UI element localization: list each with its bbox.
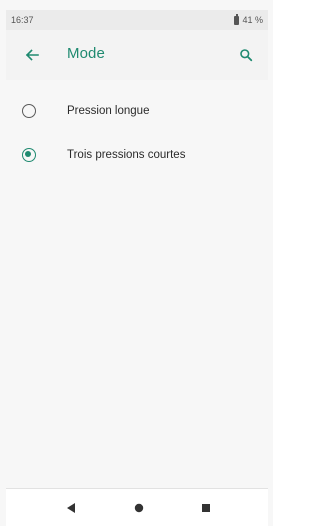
nav-home-circle-icon: [134, 503, 144, 513]
radio-unchecked-icon[interactable]: [22, 104, 36, 118]
option-label: Trois pressions courtes: [67, 149, 186, 161]
nav-back-triangle-icon: [67, 503, 75, 513]
battery-icon: [234, 14, 240, 25]
back-button[interactable]: [20, 43, 44, 67]
battery-level: 41 %: [242, 15, 263, 25]
status-bar: 16:37 41 %: [6, 10, 268, 30]
search-icon: [240, 49, 253, 62]
navigation-bar: [6, 488, 268, 526]
options-list: Pression longue Trois pressions courtes: [6, 80, 268, 488]
app-bar: Mode: [6, 30, 268, 80]
option-trois-pressions-courtes[interactable]: Trois pressions courtes: [6, 134, 268, 176]
radio-checked-icon[interactable]: [22, 148, 36, 162]
option-pression-longue[interactable]: Pression longue: [6, 90, 268, 132]
arrow-back-icon: [25, 49, 39, 61]
page-title: Mode: [67, 45, 105, 62]
status-right: 41 %: [234, 14, 263, 25]
nav-recents-button[interactable]: [197, 499, 215, 517]
search-button[interactable]: [234, 43, 258, 67]
nav-back-button[interactable]: [62, 499, 80, 517]
screen: 16:37 41 % Mode Pression longue Trois pr…: [0, 0, 273, 526]
nav-home-button[interactable]: [130, 499, 148, 517]
status-time: 16:37: [11, 15, 34, 25]
nav-recents-square-icon: [202, 504, 210, 512]
option-label: Pression longue: [67, 105, 150, 117]
